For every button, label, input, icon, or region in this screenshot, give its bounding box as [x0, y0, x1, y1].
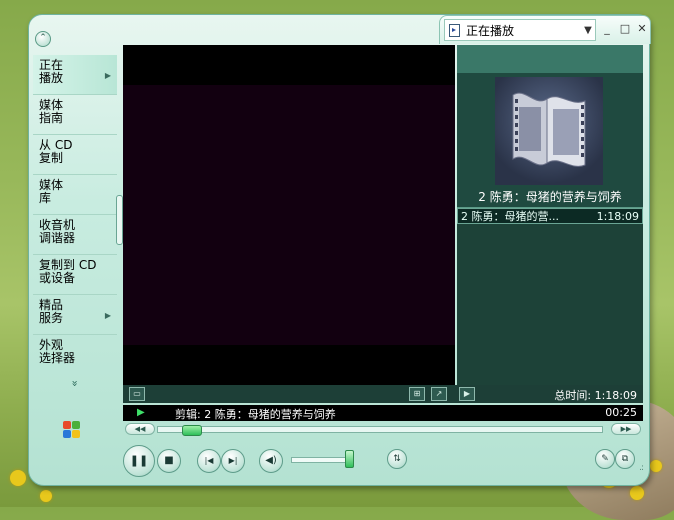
seek-thumb[interactable] [182, 425, 202, 436]
nav-item-premium-services[interactable]: 精品 服务 ▶ [33, 295, 117, 335]
background-flower [10, 470, 26, 486]
close-button[interactable]: ✕ [635, 22, 649, 36]
nav-item-label: 收音机 调谐器 [39, 218, 76, 245]
media-file-icon [449, 23, 460, 37]
pause-button[interactable]: ❚❚ [123, 445, 155, 477]
fullscreen-button[interactable]: ↗ [431, 387, 447, 401]
more-nav-button[interactable]: » [69, 342, 82, 426]
mini-mode-button[interactable]: ⧉ [615, 449, 635, 469]
app-menu-button[interactable]: ⌃ [35, 31, 51, 47]
video-display[interactable] [123, 45, 455, 385]
title-bar: ⌃ 正在播放 ▼ _ □ ✕ [29, 15, 651, 47]
nav-item-now-playing[interactable]: 正在 播放 ▶ [33, 55, 117, 95]
minimize-button[interactable]: _ [600, 22, 614, 36]
resize-grip-icon[interactable]: .: [639, 463, 644, 473]
background-flower [40, 490, 52, 502]
total-time: 总时间: 1:18:09 [554, 389, 637, 402]
now-playing-dropdown[interactable]: 正在播放 ▼ [444, 19, 596, 41]
background-flower [630, 486, 644, 500]
playlist-toggle-button[interactable]: ▶ [459, 387, 475, 401]
album-art [495, 77, 603, 185]
previous-button[interactable]: |◀ [197, 449, 221, 473]
next-button[interactable]: ▶| [221, 449, 245, 473]
chevron-down-icon[interactable]: ▼ [581, 25, 595, 36]
pen-icon[interactable]: ✎ [595, 449, 615, 469]
nav-item-label: 媒体 库 [39, 178, 64, 205]
playlist-item-title: 2 陈勇：母猪的营... [461, 210, 559, 223]
rewind-button[interactable]: ◀◀ [125, 423, 155, 435]
media-player-window: ⌃ 正在播放 ▼ _ □ ✕ 正在 播放 ▶ 媒体 指南 从 CD 复制 媒体 … [28, 14, 651, 486]
chevron-right-icon: ▶ [104, 71, 111, 80]
volume-slider[interactable] [291, 457, 353, 463]
transport-controls: ❚❚ ■ |◀ ▶| ◀) ⇅ ✎ ⧉ .: [121, 443, 647, 479]
mute-button[interactable]: ◀) [259, 449, 283, 473]
playlist-list: 2 陈勇：母猪的营... 1:18:09 [457, 207, 643, 386]
taskbar-nav: 正在 播放 ▶ 媒体 指南 从 CD 复制 媒体 库 收音机 调谐器 复制到 C… [33, 55, 117, 395]
playlist-item[interactable]: 2 陈勇：母猪的营... 1:18:09 [457, 208, 643, 224]
view-toggle-button[interactable]: ▭ [129, 387, 145, 401]
playlist-item-duration: 1:18:09 [596, 209, 639, 223]
clip-info: 剪辑: 2 陈勇：母猪的营养与饲养 [175, 408, 336, 421]
nav-item-copy-from-cd[interactable]: 从 CD 复制 [33, 135, 117, 175]
nav-item-label: 正在 播放 [39, 58, 64, 85]
fit-video-button[interactable]: ⊞ [409, 387, 425, 401]
tab-selector-box: 正在播放 ▼ _ □ ✕ [439, 15, 651, 44]
video-toolbar: ▭ ⊞ ↗ ▶ 总时间: 1:18:09 [123, 385, 643, 403]
nav-item-radio-tuner[interactable]: 收音机 调谐器 [33, 215, 117, 255]
maximize-button[interactable]: □ [618, 22, 632, 36]
nav-item-copy-to-cd[interactable]: 复制到 CD 或设备 [33, 255, 117, 295]
nav-item-media-guide[interactable]: 媒体 指南 [33, 95, 117, 135]
elapsed-time: 00:25 [605, 406, 637, 419]
nav-item-media-library[interactable]: 媒体 库 [33, 175, 117, 215]
nav-item-label: 复制到 CD 或设备 [39, 258, 97, 285]
film-strip-icon [512, 92, 586, 167]
windows-logo-icon [63, 421, 81, 439]
nav-item-label: 媒体 指南 [39, 98, 64, 125]
seek-bar[interactable] [157, 425, 603, 436]
video-frame [123, 85, 455, 345]
status-bar: ▶ 剪辑: 2 陈勇：母猪的营养与饲养 00:25 [123, 405, 643, 421]
background-flower [650, 460, 662, 472]
volume-thumb[interactable] [345, 450, 354, 468]
playlist-header [457, 45, 643, 73]
equalizer-button[interactable]: ⇅ [387, 449, 407, 469]
chevron-right-icon: ▶ [104, 311, 111, 320]
stop-button[interactable]: ■ [157, 449, 181, 473]
nav-item-label: 精品 服务 [39, 298, 64, 325]
play-indicator-icon: ▶ [137, 407, 145, 418]
seek-row: ◀◀ ▶▶ [123, 423, 643, 436]
fast-forward-button[interactable]: ▶▶ [611, 423, 641, 435]
playlist-pane: 2 陈勇：母猪的营养与饲养 2 陈勇：母猪的营... 1:18:09 [457, 45, 643, 386]
collapse-taskbar-handle[interactable] [116, 195, 123, 245]
nav-item-label: 从 CD 复制 [39, 138, 73, 165]
dropdown-label: 正在播放 [466, 23, 515, 38]
now-playing-title: 2 陈勇：母猪的营养与饲养 [478, 190, 622, 204]
